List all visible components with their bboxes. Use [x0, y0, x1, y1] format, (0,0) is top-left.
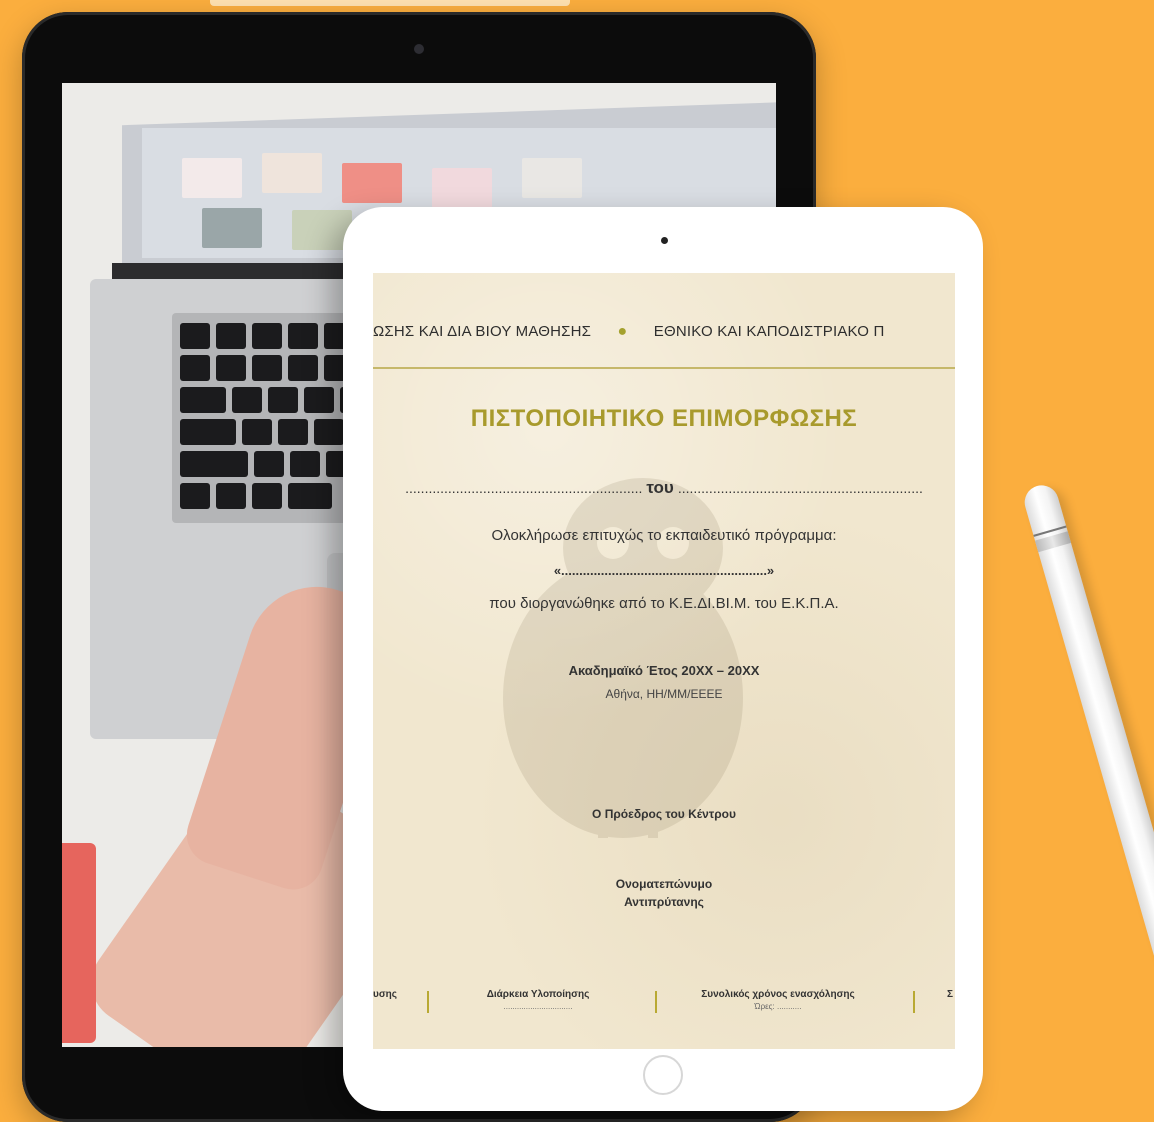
screen-tile: [342, 163, 402, 203]
keyboard-key: [278, 419, 308, 445]
screen-tile: [202, 208, 262, 248]
footer-cell-2: Διάρκεια Υλοποίησης ....................…: [453, 989, 623, 1011]
top-edge-strip: [210, 0, 570, 6]
dotted-fill: ........................................…: [677, 480, 923, 496]
academic-year: Ακαδημαϊκό Έτος 20ΧΧ – 20ΧΧ: [568, 663, 760, 678]
signer-role: Αντιπρύτανης: [624, 895, 704, 909]
certificate-footer: υσης Διάρκεια Υλοποίησης ...............…: [373, 989, 955, 1023]
ipad-white-device: Κ.Ε.ΔΙ.ΒΙ.Μ. Ε ΩΣΗΣ ΚΑΙ ΔΙΑ ΒΙΟΥ ΜΑΘΗΣΗΣ…: [343, 207, 983, 1111]
keyboard-key: [304, 387, 334, 413]
red-object: [62, 843, 96, 1043]
footer-separator: [655, 991, 657, 1013]
keyboard-key: [242, 419, 272, 445]
keyboard-key: [288, 323, 318, 349]
marquee-left-text: ΩΣΗΣ ΚΑΙ ΔΙΑ ΒΙΟΥ ΜΑΘΗΣΗΣ: [373, 323, 592, 340]
screen-tile: [182, 158, 242, 198]
keyboard-key: [314, 419, 344, 445]
certificate-document: Κ.Ε.ΔΙ.ΒΙ.Μ. Ε ΩΣΗΣ ΚΑΙ ΔΙΑ ΒΙΟΥ ΜΑΘΗΣΗΣ…: [373, 273, 955, 1049]
keyboard-key: [216, 355, 246, 381]
institution-marquee: ΩΣΗΣ ΚΑΙ ΔΙΑ ΒΙΟΥ ΜΑΘΗΣΗΣ ● ΕΘΝΙΚΟ ΚΑΙ Κ…: [373, 323, 955, 353]
completed-text: Ολοκλήρωσε επιτυχώς το εκπαιδευτικό πρόγ…: [491, 527, 837, 544]
keyboard-key: [216, 483, 246, 509]
gold-divider: [373, 367, 955, 369]
footer-separator: [913, 991, 915, 1013]
duration-value: ...............................: [503, 1002, 573, 1011]
keyboard-key: [254, 451, 284, 477]
footer-cell-4: Σ: [946, 989, 953, 1000]
organized-text: που διοργανώθηκε από το Κ.Ε.ΔΙ.ΒΙ.Μ. του…: [489, 595, 839, 612]
keyboard-key: [288, 483, 332, 509]
keyboard-key: [252, 323, 282, 349]
screen-tile: [432, 168, 492, 208]
keyboard-key: [180, 419, 236, 445]
keyboard-key: [232, 387, 262, 413]
camera-icon: [661, 237, 668, 244]
recipient-line: ........................................…: [373, 478, 955, 502]
marquee-right-text: ΕΘΝΙΚΟ ΚΑΙ ΚΑΠΟΔΙΣΤΡΙΑΚΟ Π: [653, 323, 885, 340]
screen-tile: [262, 153, 322, 193]
keyboard-key: [268, 387, 298, 413]
apple-pencil-icon: [1020, 481, 1154, 1106]
keyboard-key: [180, 323, 210, 349]
keyboard-key: [252, 483, 282, 509]
owl-watermark-icon: Κ.Ε.ΔΙ.ΒΙ.Μ. Ε: [503, 478, 743, 838]
footer-cell-1: υσης: [373, 989, 397, 1000]
screen-tile: [522, 158, 582, 198]
keyboard-key: [288, 355, 318, 381]
total-time-label: Συνολικός χρόνος ενασχόλησης: [701, 989, 855, 1000]
signer-name: Ονοματεπώνυμο: [615, 877, 713, 891]
total-time-value: Ώρες: ...........: [754, 1002, 802, 1011]
keyboard-key: [180, 483, 210, 509]
keyboard-key: [252, 355, 282, 381]
president-title: Ο Πρόεδρος του Κέντρου: [592, 807, 736, 821]
keyboard-key: [216, 323, 246, 349]
footer-cell-3: Συνολικός χρόνος ενασχόλησης Ώρες: .....…: [673, 989, 883, 1011]
home-button-icon[interactable]: [643, 1055, 683, 1095]
keyboard-key: [180, 451, 248, 477]
duration-label: Διάρκεια Υλοποίησης: [486, 989, 590, 1000]
program-placeholder: «.......................................…: [553, 563, 775, 578]
dotted-fill: ........................................…: [405, 480, 643, 496]
certificate-title: ΠΙΣΤΟΠΟΙΗΤΙΚΟ ΕΠΙΜΟΡΦΩΣΗΣ: [470, 405, 858, 432]
footer-separator: [427, 991, 429, 1013]
camera-icon: [414, 44, 424, 54]
keyboard-key: [290, 451, 320, 477]
keyboard-key: [180, 355, 210, 381]
tou-word: του: [646, 478, 674, 497]
marquee-dot-icon: ●: [617, 323, 628, 340]
keyboard-key: [180, 387, 226, 413]
place-date: Αθήνα, ΗΗ/ΜΜ/ΕΕΕΕ: [605, 687, 723, 701]
